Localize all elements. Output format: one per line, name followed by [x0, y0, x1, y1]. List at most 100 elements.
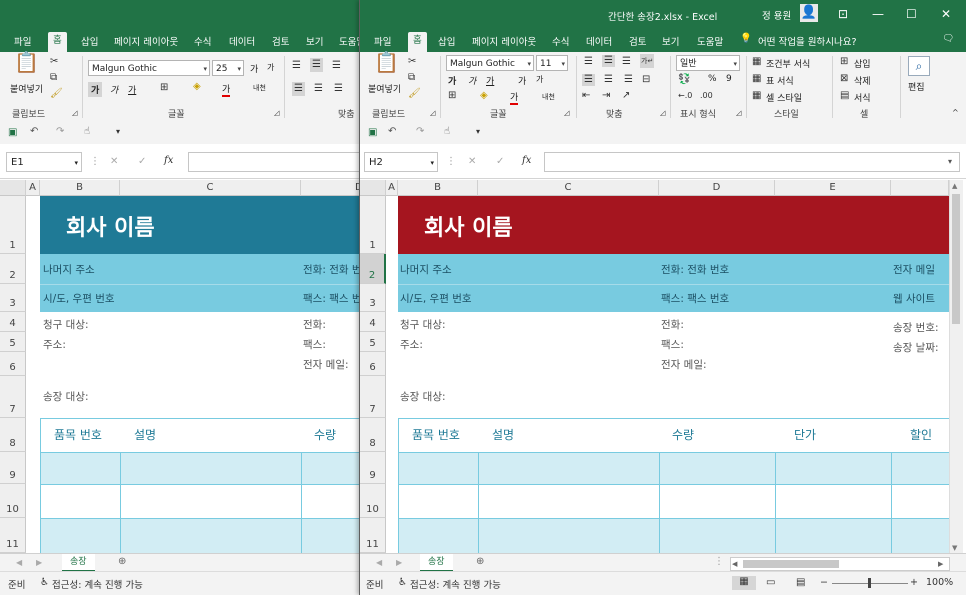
underline-button[interactable]: 가 [128, 83, 136, 96]
decrease-decimal-icon[interactable]: .00 [700, 90, 713, 102]
align-left-icon[interactable]: ☰ [582, 74, 595, 86]
align-top-icon[interactable]: ☰ [292, 60, 301, 72]
paste-icon[interactable]: 📋 [14, 52, 39, 72]
row-header[interactable]: 9 [0, 452, 26, 484]
column-header[interactable] [891, 180, 949, 196]
row-header[interactable]: 8 [360, 418, 386, 452]
italic-button[interactable]: 가 [468, 74, 476, 87]
close-icon[interactable]: ✕ [941, 7, 951, 21]
cut-icon[interactable]: ✂ [408, 56, 416, 68]
zoom-slider-handle[interactable] [868, 578, 871, 588]
save-icon[interactable]: ▣ [368, 127, 377, 139]
scrollbar-thumb[interactable] [743, 560, 839, 568]
vertical-scrollbar[interactable]: ▲ ▼ [949, 180, 963, 553]
format-cells-button[interactable]: 서식 [854, 91, 871, 104]
cell-styles-icon[interactable]: ▦ [752, 90, 761, 102]
undo-icon[interactable]: ↶ [388, 126, 396, 138]
zoom-out-button[interactable]: − [820, 577, 828, 588]
tab-page-layout[interactable]: 페이지 레이아웃 [114, 34, 178, 48]
bold-button[interactable]: 가 [88, 82, 103, 97]
tab-insert[interactable]: 삽입 [81, 34, 98, 48]
paste-button[interactable]: 붙여넣기 [368, 82, 401, 95]
minimize-icon[interactable]: — [872, 7, 884, 21]
conditional-format-icon[interactable]: ▦ [752, 56, 761, 68]
save-icon[interactable]: ▣ [8, 127, 17, 139]
formula-input[interactable] [544, 152, 960, 172]
delete-cells-icon[interactable]: ⊠ [840, 73, 848, 85]
decrease-indent-icon[interactable]: ⇤ [582, 90, 590, 102]
accessibility-status[interactable]: 접근성: 계속 진행 가능 [52, 577, 143, 591]
row-header[interactable]: 2 [0, 254, 26, 284]
table-row[interactable] [41, 518, 360, 553]
tab-home[interactable]: 홈 [408, 32, 427, 52]
tab-data[interactable]: 데이터 [229, 34, 255, 48]
number-format-combo[interactable]: 일반 ▾ [676, 55, 740, 71]
select-all-corner[interactable] [0, 180, 26, 196]
insert-function-icon[interactable]: fx [522, 155, 531, 167]
font-name-combo[interactable]: Malgun Gothic ▾ [88, 60, 210, 76]
tell-me-input[interactable]: 어떤 작업을 원하시나요? [758, 34, 856, 48]
dialog-launcher-icon[interactable]: ◿ [274, 107, 279, 119]
tab-page-layout[interactable]: 페이지 레이아웃 [472, 34, 536, 48]
align-right-icon[interactable]: ☰ [624, 74, 633, 86]
cancel-icon[interactable]: ✕ [110, 156, 118, 168]
column-header[interactable]: B [398, 180, 478, 196]
row-header[interactable]: 5 [360, 332, 386, 352]
row-header[interactable]: 11 [0, 518, 26, 553]
format-cells-icon[interactable]: ▤ [840, 90, 849, 102]
accessibility-status[interactable]: 접근성: 계속 진행 가능 [410, 577, 501, 591]
wrap-text-icon[interactable]: 가↵ [640, 54, 655, 68]
align-center-icon[interactable]: ☰ [604, 74, 613, 86]
format-table-icon[interactable]: ▦ [752, 73, 761, 85]
row-header[interactable]: 11 [360, 518, 386, 553]
shrink-font-button[interactable]: 가 [267, 62, 274, 73]
row-header[interactable]: 7 [360, 376, 386, 418]
avatar[interactable]: 👤 [800, 4, 818, 22]
ribbon-display-icon[interactable]: ⊡ [838, 7, 848, 21]
undo-icon[interactable]: ↶ [30, 126, 38, 138]
page-break-view-icon[interactable]: ▤ [796, 577, 805, 589]
accessibility-icon[interactable]: ♿ [40, 577, 49, 589]
tab-review[interactable]: 검토 [272, 34, 289, 48]
scroll-left-icon[interactable]: ◀ [732, 558, 737, 570]
formula-input[interactable] [188, 152, 360, 172]
tab-insert[interactable]: 삽입 [438, 34, 455, 48]
accessibility-icon[interactable]: ♿ [398, 577, 407, 589]
row-header[interactable]: 10 [0, 484, 26, 518]
name-box[interactable]: H2 ▾ [364, 152, 438, 172]
table-row[interactable] [41, 452, 360, 485]
align-top-icon[interactable]: ☰ [584, 56, 593, 68]
align-bottom-icon[interactable]: ☰ [332, 60, 341, 72]
dialog-launcher-icon[interactable]: ◿ [430, 107, 435, 119]
zoom-level[interactable]: 100% [926, 577, 953, 588]
touch-mode-icon[interactable]: ☝ [444, 126, 450, 138]
insert-cells-button[interactable]: 삽입 [854, 57, 871, 70]
scroll-left-icon[interactable]: ◀ [16, 557, 22, 569]
fill-color-icon[interactable]: ◈ [193, 81, 201, 93]
insert-cells-icon[interactable]: ⊞ [840, 56, 848, 68]
sheet-tab-invoice[interactable]: 송장 [62, 554, 95, 572]
enter-icon[interactable]: ✓ [496, 156, 504, 168]
dialog-launcher-icon[interactable]: ◿ [660, 107, 665, 119]
row-header[interactable]: 6 [360, 352, 386, 376]
paste-button[interactable]: 붙여넣기 [10, 82, 43, 95]
dialog-launcher-icon[interactable]: ◿ [564, 107, 569, 119]
row-header[interactable]: 9 [360, 452, 386, 484]
cut-icon[interactable]: ✂ [50, 56, 58, 68]
phonetic-button[interactable]: 내천 [542, 92, 555, 102]
row-header[interactable]: 10 [360, 484, 386, 518]
name-box[interactable]: E1 ▾ [6, 152, 82, 172]
tab-data[interactable]: 데이터 [586, 34, 612, 48]
dialog-launcher-icon[interactable]: ◿ [72, 107, 77, 119]
tab-file[interactable]: 파일 [374, 34, 391, 48]
row-header[interactable]: 5 [0, 332, 26, 352]
align-right-icon[interactable]: ☰ [334, 83, 343, 95]
text-direction-icon[interactable]: ↗ [622, 90, 630, 102]
delete-cells-button[interactable]: 삭제 [854, 74, 871, 87]
merge-cells-icon[interactable]: ⊟ [642, 74, 650, 86]
scroll-left-icon[interactable]: ◀ [376, 557, 382, 569]
row-header[interactable]: 6 [0, 352, 26, 376]
bold-button[interactable]: 가 [448, 74, 456, 87]
scroll-up-icon[interactable]: ▲ [952, 180, 957, 192]
editing-button[interactable]: 편집 [908, 80, 925, 93]
